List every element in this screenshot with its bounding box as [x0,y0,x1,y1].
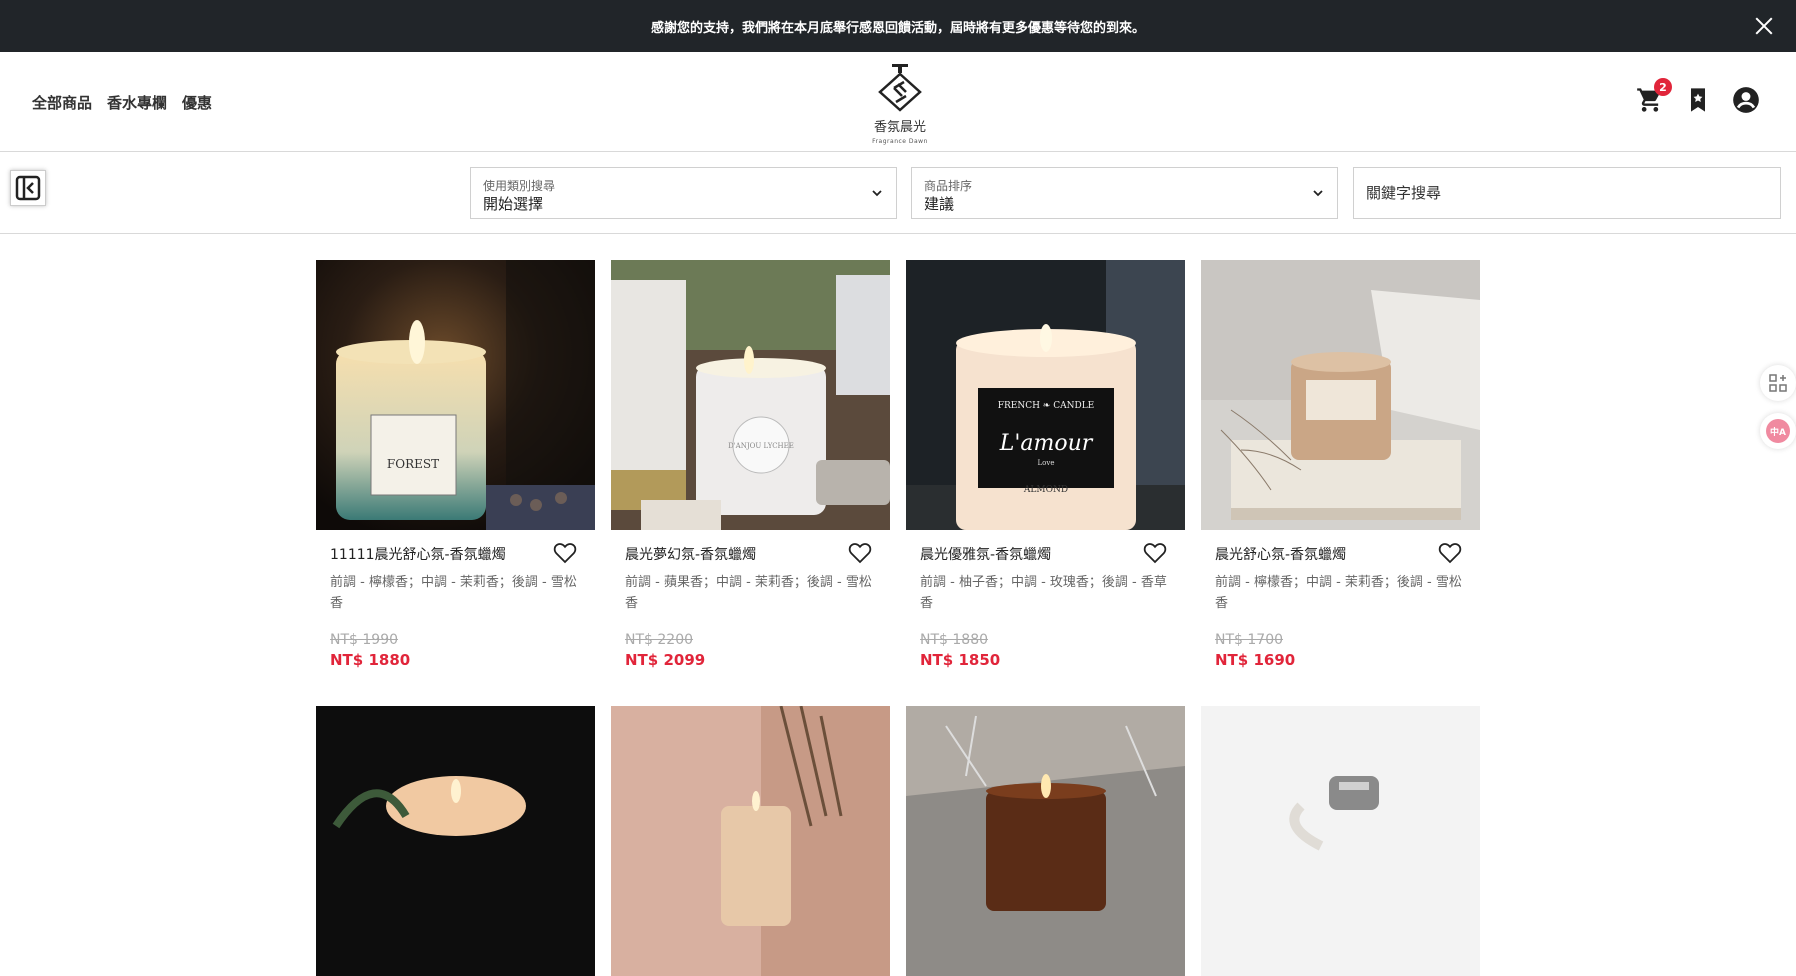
chevron-down-icon [1313,190,1323,197]
keyword-search-input[interactable] [1354,168,1780,218]
heart-icon[interactable] [1438,542,1462,564]
announcement-text: 感謝您的支持，我們將在本月底舉行感恩回饋活動，屆時將有更多優惠等待您的到來。 [650,20,1145,36]
keyword-search [1353,167,1781,219]
nav-item-offers[interactable]: 優惠 [182,92,212,113]
filter-bar: 使用類別搜尋 開始選擇 商品排序 建議 [0,152,1796,234]
category-select[interactable]: 使用類別搜尋 開始選擇 [470,167,897,219]
product-sale-price: NT$ 2099 [625,651,706,669]
category-select-label: 使用類別搜尋 [483,179,556,193]
product-image[interactable] [1201,706,1480,976]
close-icon[interactable] [1752,14,1776,38]
product-image[interactable] [316,706,595,976]
heart-icon[interactable] [848,542,872,564]
collapse-sidebar-icon [15,175,41,201]
product-name[interactable]: 晨光優雅氛-香氛蠟燭 [920,544,1171,564]
product-image[interactable] [1201,260,1480,530]
header-actions: 2 [1636,78,1760,114]
product-grid: FOREST 11111晨光舒心氛-香氛蠟燭 前調 - 檸檬香；中調 - 茉莉香… [316,260,1480,976]
product-label-text: FOREST [387,457,439,471]
svg-text:FRENCH ❧ CANDLE: FRENCH ❧ CANDLE [998,401,1095,411]
side-floating-widgets: 中A [1760,365,1796,449]
product-image[interactable]: FOREST [316,260,595,530]
svg-text:ALMOND: ALMOND [1023,485,1068,495]
product-label-text: D'ANJOU LYCHEE [728,442,794,450]
bookmark-icon[interactable] [1684,86,1712,114]
chevron-down-icon [872,190,882,197]
site-logo[interactable]: 香氛晨光 Fragrance Dawn [868,62,932,145]
product-card[interactable]: 晨光舒心氛-香氛蠟燭 前調 - 檸檬香；中調 - 茉莉香；後調 - 雪松香 NT… [1201,260,1480,684]
product-card[interactable]: FRENCH ❧ CANDLE L'amour Love ALMOND 晨光優雅… [906,260,1185,684]
product-name[interactable]: 11111晨光舒心氛-香氛蠟燭 [330,544,581,564]
product-image[interactable]: D'ANJOU LYCHEE [611,260,890,530]
product-card[interactable] [1201,706,1480,976]
product-original-price: NT$ 1990 [330,632,399,648]
product-notes: 前調 - 蘋果香；中調 - 茉莉香；後調 - 雪松香 [625,575,872,611]
sort-select[interactable]: 商品排序 建議 [911,167,1338,219]
heart-icon[interactable] [553,542,577,564]
product-image[interactable] [906,706,1185,976]
sort-select-label: 商品排序 [924,179,973,193]
account-icon[interactable] [1732,86,1760,114]
product-sale-price: NT$ 1690 [1215,651,1296,669]
logo-name: 香氛晨光 [873,120,926,135]
product-card[interactable] [906,706,1185,976]
product-name[interactable]: 晨光夢幻氛-香氛蠟燭 [625,544,876,564]
product-card[interactable] [611,706,890,976]
product-original-price: NT$ 1880 [920,632,989,648]
product-original-price: NT$ 2200 [625,632,694,648]
product-notes: 前調 - 檸檬香；中調 - 茉莉香；後調 - 雪松香 [1215,575,1462,611]
main-nav: 全部商品 香水專欄 優惠 [32,92,212,113]
nav-item-all-products[interactable]: 全部商品 [32,92,92,113]
nav-item-perfume-column[interactable]: 香水專欄 [107,92,167,113]
sidebar-toggle-button[interactable] [10,170,46,206]
product-sale-price: NT$ 1850 [920,651,1001,669]
product-image[interactable] [611,706,890,976]
heart-icon[interactable] [1143,542,1167,564]
category-select-value: 開始選擇 [483,195,544,213]
product-card[interactable] [316,706,595,976]
svg-text:Love: Love [1038,459,1055,467]
site-header: 全部商品 香水專欄 優惠 香氛晨光 Fragrance Dawn 2 [0,52,1796,152]
product-image[interactable]: FRENCH ❧ CANDLE L'amour Love ALMOND [906,260,1185,530]
product-notes: 前調 - 柚子香；中調 - 玫瑰香；後調 - 香草香 [920,575,1167,611]
cart-icon[interactable]: 2 [1636,78,1672,114]
logo-mark-icon [878,64,922,112]
product-notes: 前調 - 檸檬香；中調 - 茉莉香；後調 - 雪松香 [330,575,577,611]
qr-code-icon[interactable] [1760,365,1796,401]
product-label-text: L'amour [999,431,1094,456]
product-name[interactable]: 晨光舒心氛-香氛蠟燭 [1215,544,1466,564]
product-original-price: NT$ 1700 [1215,632,1284,648]
cart-count-badge: 2 [1654,78,1672,96]
translate-icon[interactable]: 中A [1760,413,1796,449]
product-card[interactable]: D'ANJOU LYCHEE 晨光夢幻氛-香氛蠟燭 前調 - 蘋果香；中調 - … [611,260,890,684]
logo-name-en: Fragrance Dawn [872,138,928,145]
sort-select-value: 建議 [924,195,955,213]
product-card[interactable]: FOREST 11111晨光舒心氛-香氛蠟燭 前調 - 檸檬香；中調 - 茉莉香… [316,260,595,684]
announcement-bar: 感謝您的支持，我們將在本月底舉行感恩回饋活動，屆時將有更多優惠等待您的到來。 [0,0,1796,52]
product-sale-price: NT$ 1880 [330,651,411,669]
